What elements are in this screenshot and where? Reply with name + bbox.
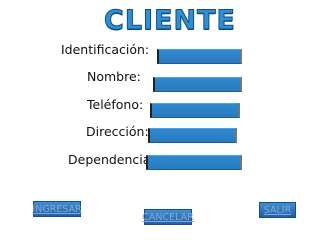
client-form-screen: CLIENTE Identificación: Nombre: Teléfono… xyxy=(0,0,320,240)
address-input[interactable] xyxy=(148,128,237,143)
name-label: Nombre: xyxy=(87,69,141,84)
dependency-input[interactable] xyxy=(146,155,242,170)
phone-input[interactable] xyxy=(150,103,240,118)
address-label: Dirección: xyxy=(86,124,149,139)
identification-label: Identificación: xyxy=(61,42,150,57)
salir-button[interactable]: SALIR xyxy=(259,202,296,218)
name-input[interactable] xyxy=(153,77,242,92)
identification-input[interactable] xyxy=(157,49,242,64)
dependency-label: Dependencia: xyxy=(68,152,155,167)
page-title: CLIENTE xyxy=(104,2,236,38)
cancelar-button[interactable]: CANCELAR xyxy=(142,209,194,225)
phone-label: Teléfono: xyxy=(87,97,144,112)
ingresar-button[interactable]: INGRESAR xyxy=(32,201,82,217)
